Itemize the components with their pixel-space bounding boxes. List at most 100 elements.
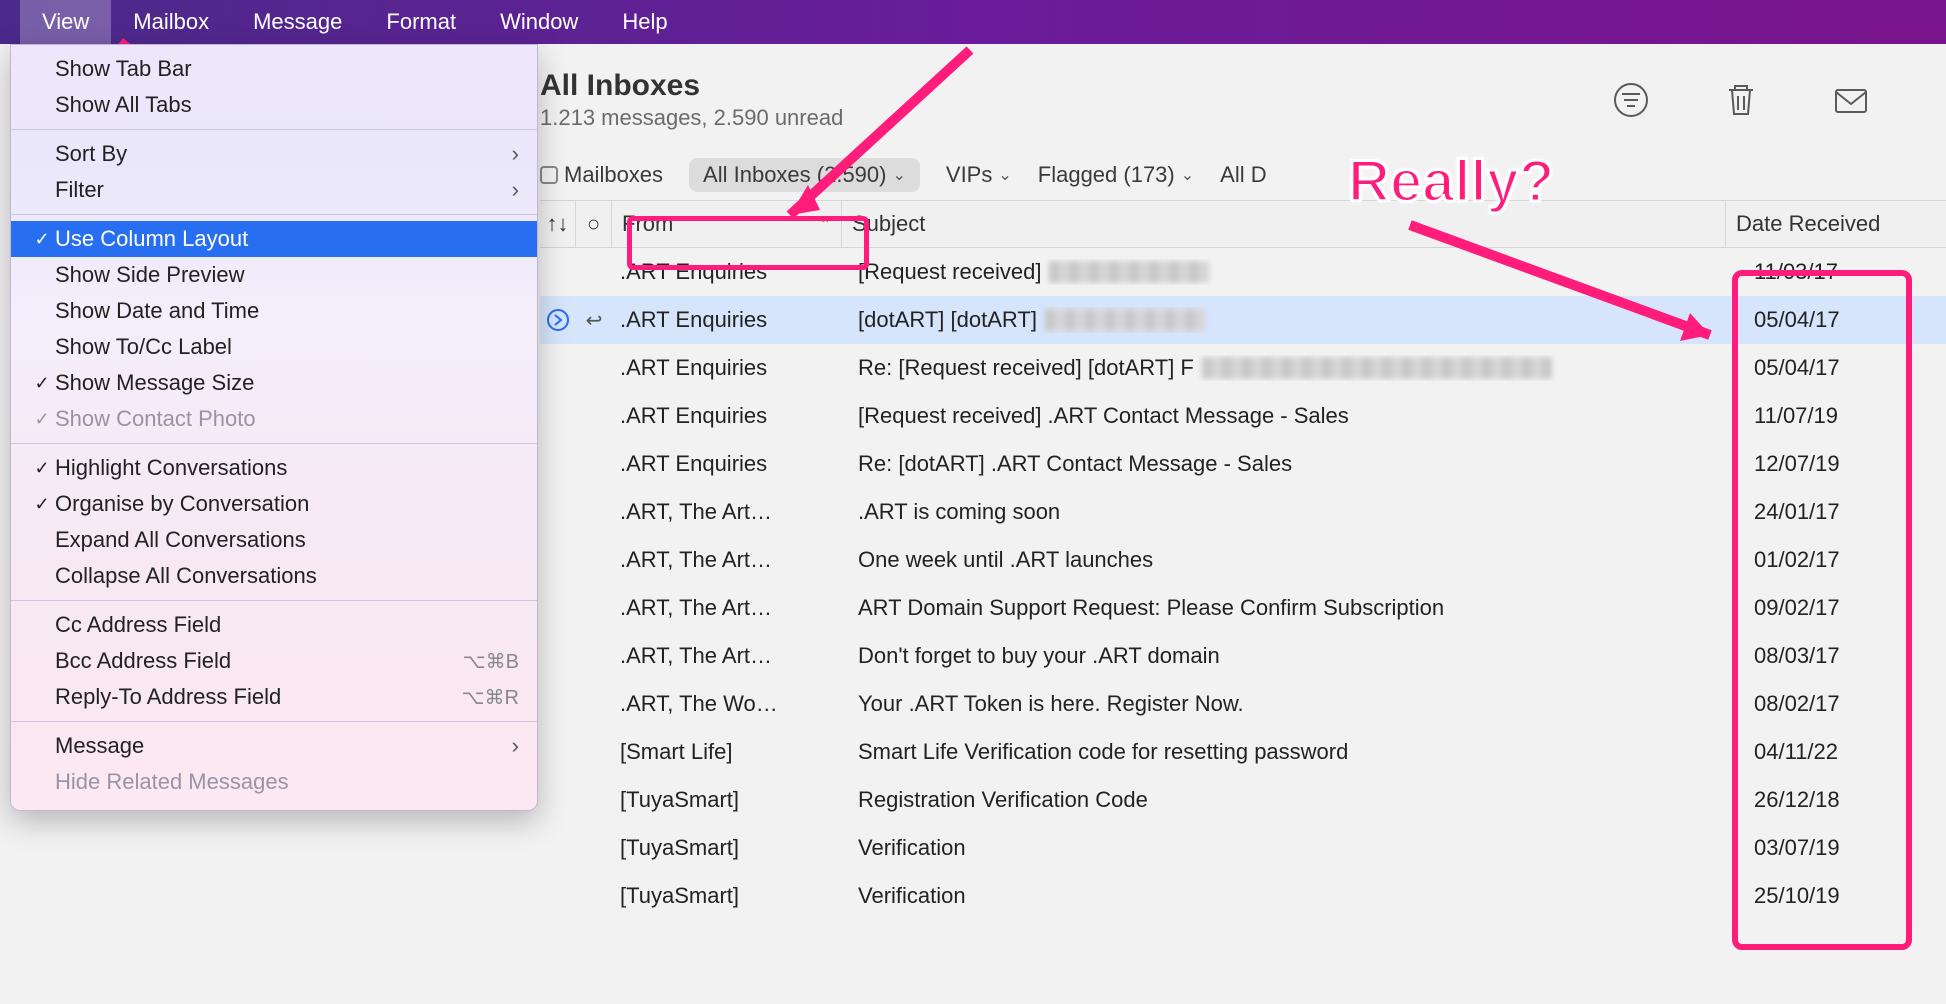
mailbox-subtitle: 1.213 messages, 2.590 unread <box>540 105 843 131</box>
menu-item[interactable]: Show All Tabs <box>11 87 537 123</box>
column-header-subject[interactable]: Subject <box>842 201 1726 247</box>
menu-item[interactable]: Bcc Address Field⌥⌘B <box>11 643 537 679</box>
menu-item[interactable]: Message› <box>11 728 537 764</box>
menu-item[interactable]: Show Side Preview <box>11 257 537 293</box>
table-row[interactable]: .ART, The Art…One week until .ART launch… <box>540 536 1946 584</box>
table-row[interactable]: [TuyaSmart]Verification25/10/19 <box>540 872 1946 920</box>
menubar-item-help[interactable]: Help <box>600 0 689 44</box>
message-from: .ART, The Art… <box>612 643 842 669</box>
menu-item-label: Hide Related Messages <box>55 769 519 795</box>
menubar-item-window[interactable]: Window <box>478 0 600 44</box>
menu-item-label: Bcc Address Field <box>55 648 463 674</box>
table-row[interactable]: [Smart Life]Smart Life Verification code… <box>540 728 1946 776</box>
menu-item[interactable]: ✓Highlight Conversations <box>11 450 537 486</box>
message-from: .ART, The Art… <box>612 499 842 525</box>
message-subject: [dotART] [dotART] <box>842 307 1736 333</box>
menu-item: Hide Related Messages <box>11 764 537 800</box>
table-row[interactable]: [TuyaSmart]Registration Verification Cod… <box>540 776 1946 824</box>
view-menu-dropdown: Show Tab BarShow All Tabs Sort By›Filter›… <box>10 44 538 811</box>
table-row[interactable]: .ART, The Art…ART Domain Support Request… <box>540 584 1946 632</box>
trash-icon[interactable] <box>1706 73 1776 128</box>
message-subject: One week until .ART launches <box>842 547 1736 573</box>
message-date: 05/04/17 <box>1736 307 1936 333</box>
menu-item-label: Show To/Cc Label <box>55 334 519 360</box>
menu-item[interactable]: Show To/Cc Label <box>11 329 537 365</box>
message-subject: Don't forget to buy your .ART domain <box>842 643 1736 669</box>
menu-item-label: Show Contact Photo <box>55 406 519 432</box>
table-row[interactable]: [TuyaSmart]Verification03/07/19 <box>540 824 1946 872</box>
filter-mailboxes[interactable]: Mailboxes <box>540 162 663 188</box>
table-row[interactable]: .ART Enquiries[Request received]11/03/17 <box>540 248 1946 296</box>
column-header-from[interactable]: From ⌃ <box>612 201 842 247</box>
menu-item-label: Use Column Layout <box>55 226 519 252</box>
menu-item[interactable]: Sort By› <box>11 136 537 172</box>
message-subject: Verification <box>842 883 1736 909</box>
filter-vips[interactable]: VIPs ⌄ <box>946 162 1012 188</box>
message-date: 25/10/19 <box>1736 883 1936 909</box>
filter-lines-icon[interactable] <box>1596 73 1666 128</box>
message-date: 12/07/19 <box>1736 451 1936 477</box>
checkbox-icon[interactable] <box>540 166 558 184</box>
menu-item[interactable]: Cc Address Field <box>11 607 537 643</box>
message-list: .ART Enquiries[Request received]11/03/17… <box>540 248 1946 920</box>
menu-item-label: Message <box>55 733 489 759</box>
table-row[interactable]: .ART EnquiriesRe: [Request received] [do… <box>540 344 1946 392</box>
menu-item[interactable]: Reply-To Address Field⌥⌘R <box>11 679 537 715</box>
column-header-date[interactable]: Date Received <box>1726 201 1946 247</box>
menubar-item-format[interactable]: Format <box>364 0 478 44</box>
chevron-right-icon: › <box>489 177 519 203</box>
redacted-text <box>1202 357 1552 379</box>
menu-item[interactable]: Expand All Conversations <box>11 522 537 558</box>
table-row[interactable]: .ART Enquiries[Request received] .ART Co… <box>540 392 1946 440</box>
table-row[interactable]: .ART, The Art…Don't forget to buy your .… <box>540 632 1946 680</box>
menu-item-label: Organise by Conversation <box>55 491 519 517</box>
table-row[interactable]: .ART, The Art….ART is coming soon24/01/1… <box>540 488 1946 536</box>
menu-item-label: Sort By <box>55 141 489 167</box>
menu-shortcut: ⌥⌘R <box>462 685 520 710</box>
filter-mailboxes-label: Mailboxes <box>564 162 663 188</box>
sort-column-icon[interactable]: ↑↓ <box>540 201 576 247</box>
envelope-icon[interactable] <box>1816 73 1886 128</box>
message-date: 09/02/17 <box>1736 595 1936 621</box>
menu-item-label: Expand All Conversations <box>55 527 519 553</box>
menu-item-label: Show Date and Time <box>55 298 519 324</box>
message-subject: [Request received] .ART Contact Message … <box>842 403 1736 429</box>
menu-item[interactable]: Collapse All Conversations <box>11 558 537 594</box>
table-row[interactable]: .ART EnquiriesRe: [dotART] .ART Contact … <box>540 440 1946 488</box>
message-subject: Your .ART Token is here. Register Now. <box>842 691 1736 717</box>
thread-column-icon[interactable]: ○ <box>576 201 612 247</box>
filter-flagged[interactable]: Flagged (173) ⌄ <box>1038 162 1194 188</box>
message-subject: ART Domain Support Request: Please Confi… <box>842 595 1736 621</box>
menu-item-label: Cc Address Field <box>55 612 519 638</box>
menu-item[interactable]: ✓Use Column Layout <box>11 221 537 257</box>
check-icon: ✓ <box>29 373 55 394</box>
message-from: .ART Enquiries <box>612 307 842 333</box>
menubar-item-message[interactable]: Message <box>231 0 364 44</box>
message-date: 26/12/18 <box>1736 787 1936 813</box>
menu-item[interactable]: Show Tab Bar <box>11 51 537 87</box>
message-date: 03/07/19 <box>1736 835 1936 861</box>
column-headers: ↑↓ ○ From ⌃ Subject Date Received <box>540 200 1946 248</box>
message-from: .ART, The Art… <box>612 547 842 573</box>
menubar-item-view[interactable]: View <box>20 0 111 44</box>
message-subject: Smart Life Verification code for resetti… <box>842 739 1736 765</box>
filter-all-inboxes[interactable]: All Inboxes (2.590) ⌄ <box>689 158 920 192</box>
table-row[interactable]: ↩.ART Enquiries[dotART] [dotART]05/04/17 <box>540 296 1946 344</box>
message-from: .ART, The Wo… <box>612 691 842 717</box>
menu-item[interactable]: ✓Organise by Conversation <box>11 486 537 522</box>
redacted-text <box>1049 261 1209 283</box>
menubar-item-mailbox[interactable]: Mailbox <box>111 0 231 44</box>
thread-chevron-icon[interactable] <box>540 309 576 331</box>
toolbar: All Inboxes 1.213 messages, 2.590 unread <box>540 50 1946 150</box>
menu-item[interactable]: Filter› <box>11 172 537 208</box>
table-row[interactable]: .ART, The Wo…Your .ART Token is here. Re… <box>540 680 1946 728</box>
menu-item[interactable]: Show Date and Time <box>11 293 537 329</box>
sort-asc-icon: ⌃ <box>819 216 831 233</box>
message-from: .ART Enquiries <box>612 403 842 429</box>
column-header-date-label: Date Received <box>1736 211 1880 237</box>
chevron-down-icon: ⌄ <box>1181 165 1194 185</box>
check-icon: ✓ <box>29 409 55 430</box>
menu-item[interactable]: ✓Show Message Size <box>11 365 537 401</box>
check-icon: ✓ <box>29 494 55 515</box>
filter-all-drafts[interactable]: All D <box>1220 162 1266 188</box>
